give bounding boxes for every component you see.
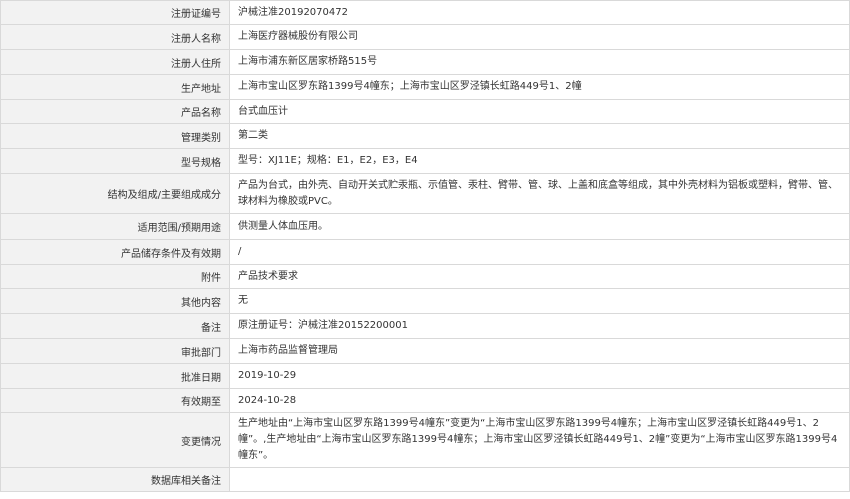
field-value-text: 2024-10-28 (238, 394, 297, 406)
field-value: 2019-10-29 (230, 364, 850, 388)
field-label: 结构及组成/主要组成成分 (0, 174, 230, 213)
field-value-text: / (238, 246, 242, 257)
table-row: 产品储存条件及有效期 / (0, 240, 850, 265)
field-value: 无 (230, 289, 850, 313)
field-value-text: 生产地址由“上海市宝山区罗东路1399号4幢东”变更为“上海市宝山区罗东路139… (238, 418, 838, 461)
field-value-text: 2019-10-29 (238, 370, 297, 381)
table-row: 附件 产品技术要求 (0, 265, 850, 289)
field-value: / (230, 240, 850, 264)
field-value: 生产地址由“上海市宝山区罗东路1399号4幢东”变更为“上海市宝山区罗东路139… (230, 413, 850, 467)
field-value: 沪械注准20192070472 (230, 1, 850, 24)
table-row: 型号规格 型号：XJ11E；规格：E1，E2，E3，E4 (0, 149, 850, 174)
field-value (230, 468, 850, 491)
table-row: 有效期至 2024-10-28 (0, 389, 850, 413)
field-label: 备注 (0, 314, 230, 338)
field-label: 变更情况 (0, 413, 230, 467)
table-row: 其他内容 无 (0, 289, 850, 314)
field-value: 上海市药品监督管理局 (230, 339, 850, 363)
table-row: 适用范围/预期用途 供测量人体血压用。 (0, 214, 850, 240)
table-row: 批准日期 2019-10-29 (0, 364, 850, 389)
field-value-text: 原注册证号：沪械注准20152200001 (238, 320, 408, 331)
field-label: 产品储存条件及有效期 (0, 240, 230, 264)
field-value: 2024-10-28 (230, 389, 850, 412)
table-row: 结构及组成/主要组成成分 产品为台式，由外壳、自动开关式贮汞瓶、示值管、汞柱、臂… (0, 174, 850, 214)
field-value-text: 沪械注准20192070472 (238, 6, 348, 18)
registration-detail-table: 注册证编号 沪械注准20192070472 注册人名称 上海医疗器械股份有限公司… (0, 0, 850, 492)
field-value: 原注册证号：沪械注准20152200001 (230, 314, 850, 338)
field-label: 注册人住所 (0, 50, 230, 74)
field-label: 产品名称 (0, 100, 230, 123)
field-label: 有效期至 (0, 389, 230, 412)
field-label: 注册人名称 (0, 25, 230, 49)
table-row: 管理类别 第二类 (0, 124, 850, 149)
field-value-text: 台式血压计 (238, 105, 288, 117)
table-row: 备注 原注册证号：沪械注准20152200001 (0, 314, 850, 339)
field-label: 管理类别 (0, 124, 230, 148)
field-value-text: 上海市浦东新区居家桥路515号 (238, 56, 378, 67)
table-row: 注册证编号 沪械注准20192070472 (0, 0, 850, 25)
table-row: 注册人住所 上海市浦东新区居家桥路515号 (0, 50, 850, 75)
field-label: 批准日期 (0, 364, 230, 388)
field-label: 审批部门 (0, 339, 230, 363)
field-value-text: 上海医疗器械股份有限公司 (238, 31, 358, 42)
field-value-text: 上海市宝山区罗东路1399号4幢东；上海市宝山区罗泾镇长虹路449号1、2幢 (238, 81, 582, 92)
field-value-text: 型号：XJ11E；规格：E1，E2，E3，E4 (238, 155, 418, 166)
field-value-text: 无 (238, 295, 248, 306)
field-value: 型号：XJ11E；规格：E1，E2，E3，E4 (230, 149, 850, 173)
field-label: 型号规格 (0, 149, 230, 173)
table-row: 产品名称 台式血压计 (0, 100, 850, 124)
field-label: 注册证编号 (0, 1, 230, 24)
table-row: 数据库相关备注 (0, 468, 850, 492)
field-value-text: 产品为台式，由外壳、自动开关式贮汞瓶、示值管、汞柱、臂带、管、球、上盖和底盒等组… (238, 179, 838, 207)
table-row: 审批部门 上海市药品监督管理局 (0, 339, 850, 364)
field-value-text: 供测量人体血压用。 (238, 220, 328, 232)
field-label: 附件 (0, 265, 230, 288)
field-value: 台式血压计 (230, 100, 850, 123)
field-value: 第二类 (230, 124, 850, 148)
table-row: 注册人名称 上海医疗器械股份有限公司 (0, 25, 850, 50)
field-value: 供测量人体血压用。 (230, 214, 850, 239)
table-row: 变更情况 生产地址由“上海市宝山区罗东路1399号4幢东”变更为“上海市宝山区罗… (0, 413, 850, 468)
field-value-text: 第二类 (238, 130, 268, 141)
field-label: 生产地址 (0, 75, 230, 99)
field-label: 其他内容 (0, 289, 230, 313)
field-value: 产品技术要求 (230, 265, 850, 288)
field-value: 产品为台式，由外壳、自动开关式贮汞瓶、示值管、汞柱、臂带、管、球、上盖和底盒等组… (230, 174, 850, 213)
field-value-text: 上海市药品监督管理局 (238, 345, 338, 356)
field-label: 数据库相关备注 (0, 468, 230, 491)
field-label: 适用范围/预期用途 (0, 214, 230, 239)
table-row: 生产地址 上海市宝山区罗东路1399号4幢东；上海市宝山区罗泾镇长虹路449号1… (0, 75, 850, 100)
field-value-text: 产品技术要求 (238, 270, 298, 282)
field-value: 上海医疗器械股份有限公司 (230, 25, 850, 49)
field-value: 上海市浦东新区居家桥路515号 (230, 50, 850, 74)
field-value: 上海市宝山区罗东路1399号4幢东；上海市宝山区罗泾镇长虹路449号1、2幢 (230, 75, 850, 99)
